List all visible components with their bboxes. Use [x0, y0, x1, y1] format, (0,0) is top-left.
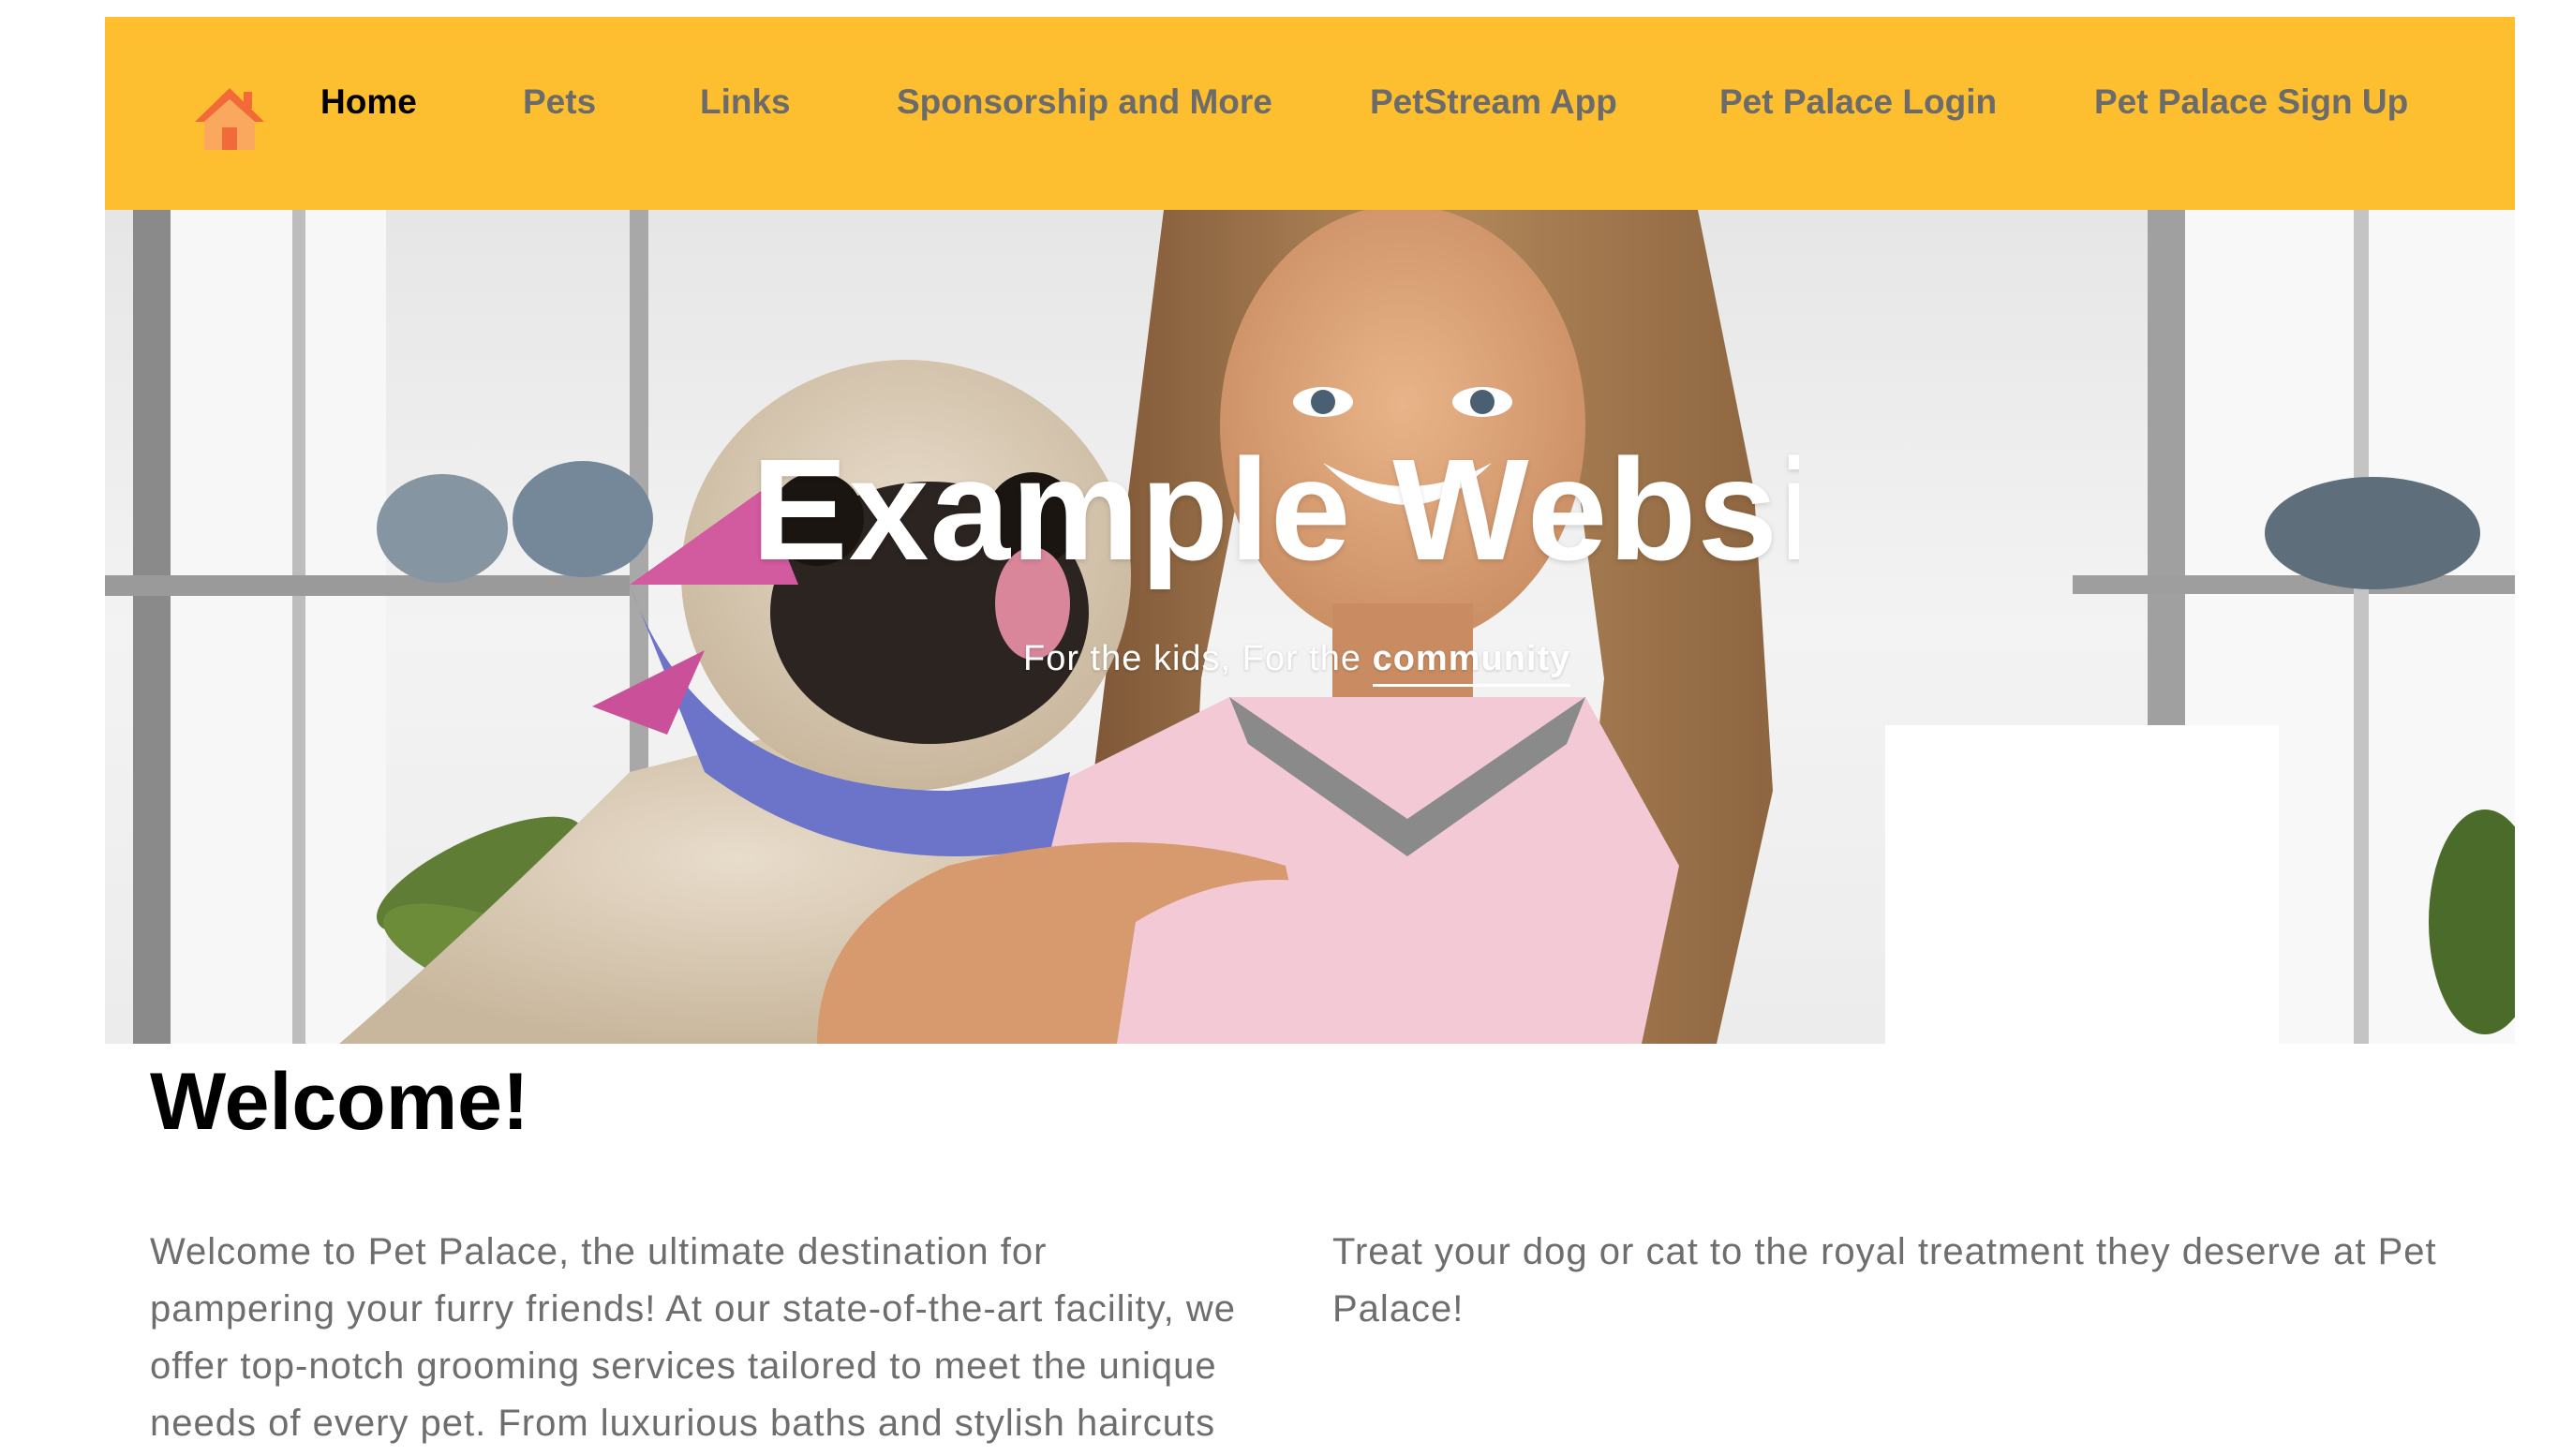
nav-item-petstream-app[interactable]: PetStream App [1370, 81, 1617, 124]
treat-paragraph: Treat your dog or cat to the royal treat… [1332, 1231, 2437, 1330]
welcome-heading: Welcome! [150, 1057, 529, 1147]
hero-banner: Example Website For the kids, For the co… [105, 210, 2515, 1044]
nav-item-sponsorship[interactable]: Sponsorship and More [897, 81, 1272, 124]
top-navbar: Home Pets Links Sponsorship and More Pet… [105, 17, 2515, 210]
nav-item-links[interactable]: Links [700, 81, 791, 124]
nav-item-login[interactable]: Pet Palace Login [1719, 81, 1997, 124]
hero-title: Example Website [751, 429, 1799, 590]
intro-paragraph: Welcome to Pet Palace, the ultimate dest… [150, 1231, 1237, 1444]
hero-subtitle-prefix: For the kids, For the [1023, 639, 1373, 678]
nav-item-pets[interactable]: Pets [523, 81, 596, 124]
hero-title-clip: Example Website [751, 425, 1799, 594]
house-icon[interactable] [191, 84, 268, 152]
hero-photo [105, 210, 2515, 1044]
nav-item-sign-up[interactable]: Pet Palace Sign Up [2094, 81, 2408, 124]
hero-subtitle: For the kids, For the community [1023, 637, 1571, 687]
nav-item-home[interactable]: Home [320, 81, 417, 124]
community-link[interactable]: community [1372, 639, 1571, 687]
